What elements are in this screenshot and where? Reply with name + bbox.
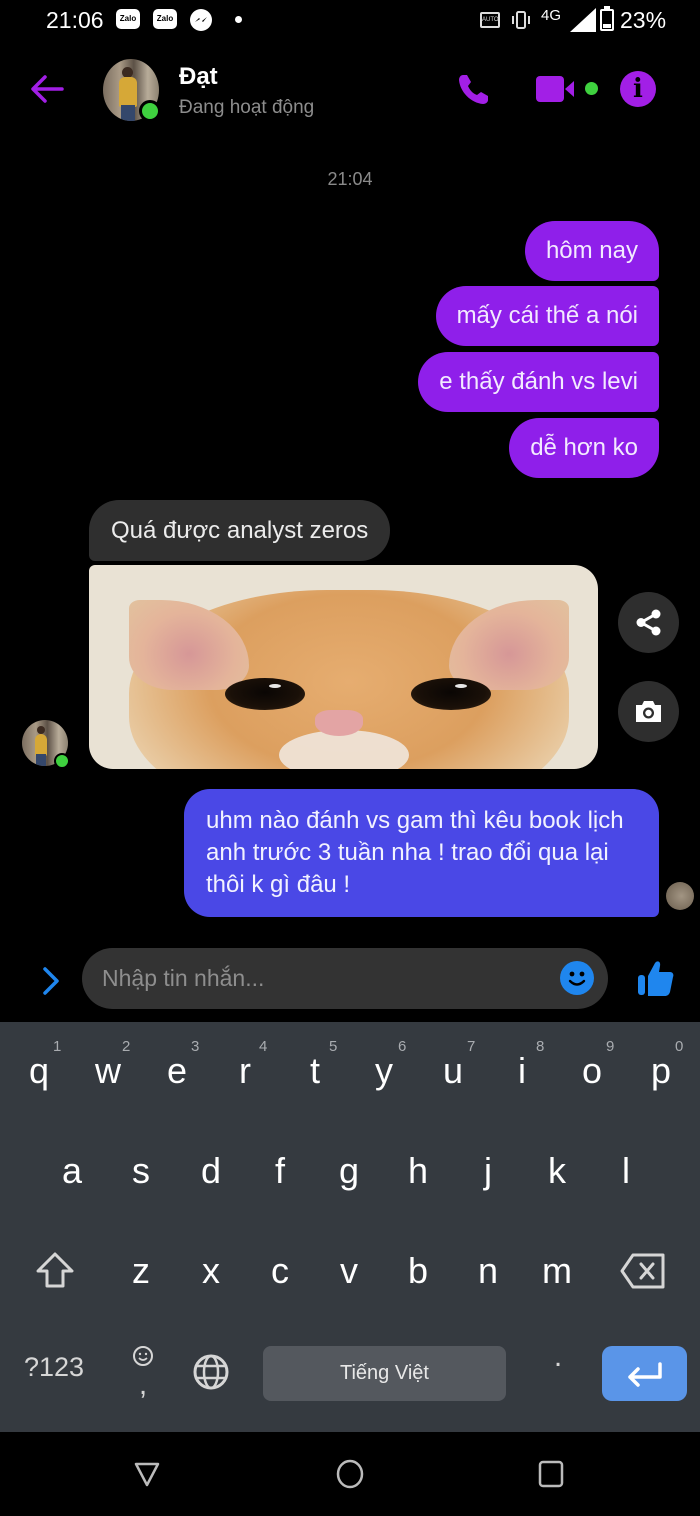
key-o[interactable]: o	[563, 1050, 621, 1092]
key-p[interactable]: p	[632, 1050, 690, 1092]
key-z[interactable]: z	[112, 1250, 170, 1292]
key-hint: 3	[191, 1038, 200, 1055]
chat-header: Đạt Đang hoạt động i	[0, 45, 700, 135]
camera-button[interactable]	[618, 681, 679, 742]
emoji-icon	[133, 1346, 153, 1366]
key-hint: 7	[467, 1038, 476, 1055]
key-hint: 2	[122, 1038, 131, 1055]
status-time: 21:06	[46, 7, 104, 33]
battery-percent: 23%	[620, 7, 667, 33]
key-w[interactable]: w	[79, 1050, 137, 1092]
chevron-right-icon[interactable]	[38, 964, 64, 998]
key-q[interactable]: q	[10, 1050, 68, 1092]
key-hint: 4	[259, 1038, 268, 1055]
key-m[interactable]: m	[528, 1250, 586, 1292]
comma-label: ,	[138, 1368, 148, 1401]
info-icon[interactable]: i	[620, 71, 656, 107]
enter-key[interactable]	[602, 1346, 687, 1401]
contact-status: Đang hoạt động	[179, 97, 315, 118]
battery-icon	[600, 6, 614, 31]
phone-icon[interactable]	[456, 71, 492, 107]
message-input-container	[82, 948, 608, 1009]
comma-key[interactable]: ,	[128, 1344, 158, 1404]
home-circle-icon[interactable]	[333, 1456, 367, 1490]
shift-icon[interactable]	[34, 1250, 76, 1292]
message-input[interactable]	[102, 948, 542, 1009]
video-camera-icon[interactable]	[536, 75, 580, 103]
battery-level	[603, 23, 611, 28]
message-timestamp: 21:04	[327, 169, 373, 189]
share-icon	[636, 609, 661, 636]
key-hint: 0	[675, 1038, 684, 1055]
auto-hz-icon: AUTO	[480, 12, 500, 28]
message-composer	[0, 940, 700, 1022]
key-e[interactable]: e	[148, 1050, 206, 1092]
key-r[interactable]: r	[216, 1050, 274, 1092]
key-d[interactable]: d	[182, 1150, 240, 1192]
image-message[interactable]	[89, 565, 598, 769]
key-c[interactable]: c	[251, 1250, 309, 1292]
network-type: 4G	[541, 7, 562, 24]
key-hint: 5	[329, 1038, 338, 1055]
key-h[interactable]: h	[389, 1150, 447, 1192]
key-f[interactable]: f	[251, 1150, 309, 1192]
key-v[interactable]: v	[320, 1250, 378, 1292]
active-call-dot	[585, 82, 598, 95]
keyboard: q1w2e3r4 t5y6u7i8 o9p0 asdfghjkl zxcvbnm ?…	[0, 1022, 700, 1432]
outgoing-message[interactable]: uhm nào đánh vs gam thì kêu book lịch an…	[184, 789, 659, 917]
key-t[interactable]: t	[286, 1050, 344, 1092]
outgoing-message[interactable]: e thấy đánh vs levi	[418, 352, 659, 412]
key-hint: 6	[398, 1038, 407, 1055]
key-a[interactable]: a	[43, 1150, 101, 1192]
key-l[interactable]: l	[597, 1150, 655, 1192]
kitten-image	[129, 590, 569, 769]
period-key[interactable]: .	[538, 1340, 578, 1400]
zalo-icon: Zalo	[153, 9, 177, 29]
key-n[interactable]: n	[459, 1250, 517, 1292]
seen-indicator-avatar	[666, 882, 694, 910]
space-key[interactable]: Tiếng Việt	[263, 1346, 506, 1401]
incoming-message[interactable]: Quá được analyst zeros	[89, 500, 391, 561]
signal-icon	[570, 8, 596, 32]
outgoing-message[interactable]: dễ hơn ko	[509, 418, 659, 478]
camera-icon	[636, 701, 661, 722]
key-x[interactable]: x	[182, 1250, 240, 1292]
key-hint: 8	[536, 1038, 545, 1055]
backspace-icon[interactable]	[619, 1252, 667, 1290]
key-hint: 9	[606, 1038, 615, 1055]
globe-icon[interactable]	[191, 1352, 231, 1392]
contact-name[interactable]: Đạt	[179, 63, 218, 91]
online-indicator	[139, 100, 161, 122]
key-y[interactable]: y	[355, 1050, 413, 1092]
key-g[interactable]: g	[320, 1150, 378, 1192]
key-b[interactable]: b	[389, 1250, 447, 1292]
notification-dot-icon	[235, 16, 242, 23]
symbols-key[interactable]: ?123	[18, 1352, 90, 1383]
messenger-icon	[190, 9, 212, 31]
recents-square-icon[interactable]	[534, 1456, 568, 1490]
system-nav-bar	[0, 1432, 700, 1516]
emoji-icon[interactable]	[560, 961, 594, 995]
back-arrow-icon[interactable]	[28, 72, 66, 106]
vibrate-icon	[512, 11, 530, 29]
key-u[interactable]: u	[424, 1050, 482, 1092]
outgoing-message[interactable]: hôm nay	[524, 221, 659, 281]
back-triangle-icon[interactable]	[130, 1456, 164, 1490]
outgoing-message[interactable]: mấy cái thế a nói	[435, 286, 659, 346]
key-s[interactable]: s	[112, 1150, 170, 1192]
status-bar: 21:06 Zalo Zalo AUTO 4G 23%	[0, 0, 700, 42]
key-i[interactable]: i	[493, 1050, 551, 1092]
online-indicator	[54, 753, 70, 769]
share-button[interactable]	[618, 592, 679, 653]
key-hint: 1	[53, 1038, 62, 1055]
zalo-icon: Zalo	[116, 9, 140, 29]
key-j[interactable]: j	[459, 1150, 517, 1192]
enter-icon	[628, 1362, 662, 1387]
thumbs-up-icon[interactable]	[636, 958, 676, 998]
key-k[interactable]: k	[528, 1150, 586, 1192]
